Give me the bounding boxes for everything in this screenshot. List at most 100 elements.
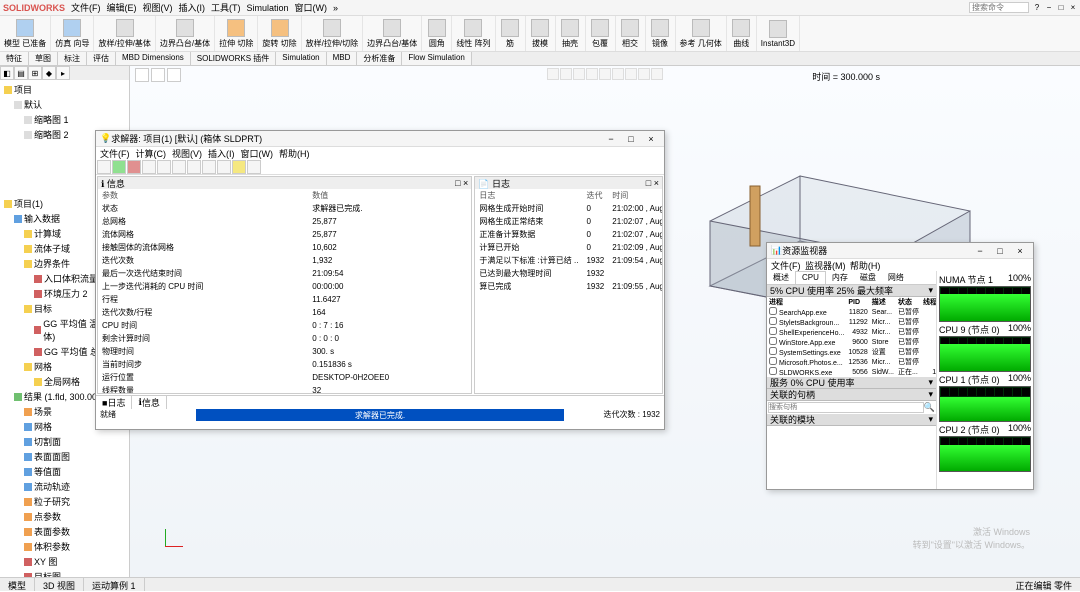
ribbon-btn[interactable]: 包覆	[586, 16, 616, 51]
view-btn[interactable]	[573, 68, 585, 80]
ribbon-btn[interactable]: 圆角	[422, 16, 452, 51]
ribbon-btn[interactable]: 参考 几何体	[676, 16, 727, 51]
menu-edit[interactable]: 编辑(E)	[107, 1, 137, 14]
proc-checkbox[interactable]	[769, 357, 777, 365]
tree-node[interactable]: 项目	[4, 82, 125, 97]
ribbon-btn[interactable]: 拔模	[526, 16, 556, 51]
vp-tool[interactable]	[135, 68, 149, 82]
table-row[interactable]: Microsoft.Photos.e...12536Micr...已暂停15	[767, 357, 937, 367]
bulb-icon[interactable]	[232, 160, 246, 174]
tab-mbd-dims[interactable]: MBD Dimensions	[116, 52, 191, 65]
solver-tool[interactable]	[202, 160, 216, 174]
proc-checkbox[interactable]	[769, 337, 777, 345]
ribbon-btn[interactable]: 相交	[616, 16, 646, 51]
tab-annotate[interactable]: 标注	[58, 52, 87, 65]
solver-tool[interactable]	[217, 160, 231, 174]
help-icon[interactable]: ?	[1033, 4, 1041, 12]
res-tab-net[interactable]: 网络	[882, 271, 910, 284]
footer-info-tab[interactable]: 信息	[142, 396, 160, 409]
proc-checkbox[interactable]	[769, 327, 777, 335]
command-search[interactable]	[969, 2, 1029, 13]
tree-node[interactable]: 表面面图	[4, 449, 125, 464]
tab-sketch[interactable]: 草图	[29, 52, 58, 65]
solver-menu-help[interactable]: 帮助(H)	[279, 147, 310, 159]
solver-tool[interactable]	[157, 160, 171, 174]
solver-tool[interactable]	[187, 160, 201, 174]
search-icon[interactable]: 🔍	[924, 402, 935, 413]
view-btn[interactable]	[560, 68, 572, 80]
table-row[interactable]: WinStore.App.exe9600Store已暂停20	[767, 337, 937, 347]
tree-tab[interactable]: ◆	[42, 66, 56, 80]
res-menu-file[interactable]: 文件(F)	[771, 261, 801, 271]
tree-node[interactable]: 等值面	[4, 464, 125, 479]
tab-simulation[interactable]: Simulation	[276, 52, 326, 65]
ribbon-btn[interactable]: 拉伸 切除	[215, 16, 258, 51]
tab-evaluate[interactable]: 评估	[87, 52, 116, 65]
chevron-down-icon[interactable]: ▾	[928, 377, 933, 388]
proc-checkbox[interactable]	[769, 367, 777, 375]
handles-search[interactable]	[768, 402, 924, 413]
ribbon-btn[interactable]: 曲线	[727, 16, 757, 51]
ribbon-btn[interactable]: 放样/拉伸/切除	[302, 16, 363, 51]
menu-simulation[interactable]: Simulation	[247, 3, 289, 13]
tab-features[interactable]: 特征	[0, 52, 29, 65]
process-section-header[interactable]: 5% CPU 使用率 25% 最大频率▾	[767, 285, 936, 297]
res-menu-mon[interactable]: 监视器(M)	[805, 261, 846, 271]
table-row[interactable]: ShellExperienceHo...4932Micr...已暂停27	[767, 327, 937, 337]
play-icon[interactable]	[112, 160, 126, 174]
menu-view[interactable]: 视图(V)	[143, 1, 173, 14]
tab-mbd[interactable]: MBD	[327, 52, 358, 65]
ribbon-btn[interactable]: 边界凸台/基体	[363, 16, 422, 51]
vp-tool[interactable]	[151, 68, 165, 82]
solver-tool[interactable]	[172, 160, 186, 174]
tab-analysis-prep[interactable]: 分析准备	[357, 52, 402, 65]
solver-menu-insert[interactable]: 插入(I)	[208, 147, 235, 159]
solver-menu-window[interactable]: 窗口(W)	[241, 147, 274, 159]
close-icon[interactable]: ×	[1069, 4, 1077, 12]
footer-log-tab[interactable]: 日志	[107, 396, 125, 409]
ribbon-btn[interactable]: 线性 阵列	[452, 16, 495, 51]
tree-node[interactable]: 粒子研究	[4, 494, 125, 509]
solver-tool[interactable]	[142, 160, 156, 174]
proc-checkbox[interactable]	[769, 317, 777, 325]
res-menu-help[interactable]: 帮助(H)	[850, 261, 881, 271]
modules-section-header[interactable]: 关联的模块▾	[767, 414, 936, 426]
proc-checkbox[interactable]	[769, 307, 777, 315]
max-icon[interactable]: □	[991, 246, 1009, 256]
menu-file[interactable]: 文件(F)	[71, 1, 101, 14]
tree-tab[interactable]: ⊞	[28, 66, 42, 80]
tree-node[interactable]: 切割面	[4, 434, 125, 449]
min-icon[interactable]: −	[1045, 4, 1053, 12]
chevron-down-icon[interactable]: ▾	[928, 285, 933, 296]
view-btn[interactable]	[638, 68, 650, 80]
close-icon[interactable]: ×	[642, 134, 660, 144]
ribbon-btn[interactable]: 旋转 切除	[258, 16, 301, 51]
chevron-down-icon[interactable]: ▾	[928, 389, 933, 400]
bottom-tab-3dview[interactable]: 3D 视图	[35, 578, 84, 591]
bottom-tab-motion[interactable]: 运动算例 1	[84, 578, 145, 591]
view-btn[interactable]	[547, 68, 559, 80]
tree-node[interactable]: 缩略图 1	[4, 112, 125, 127]
proc-checkbox[interactable]	[769, 347, 777, 355]
min-icon[interactable]: −	[602, 134, 620, 144]
res-tab-overview[interactable]: 概述	[767, 271, 795, 284]
view-btn[interactable]	[651, 68, 663, 80]
tree-node[interactable]: 体积参数	[4, 539, 125, 554]
ribbon-btn[interactable]: 模型 已准备	[0, 16, 51, 51]
handles-section-header[interactable]: 关联的句柄▾	[767, 389, 936, 401]
tree-node[interactable]: 流动轨迹	[4, 479, 125, 494]
menu-insert[interactable]: 插入(I)	[179, 1, 206, 14]
ribbon-btn[interactable]: 镜像	[646, 16, 676, 51]
menu-tools[interactable]: 工具(T)	[211, 1, 241, 14]
tree-tab[interactable]: ◧	[0, 66, 14, 80]
solver-menu-calc[interactable]: 计算(C)	[136, 147, 167, 159]
tree-node[interactable]: 点参数	[4, 509, 125, 524]
ribbon-btn[interactable]: Instant3D	[757, 16, 800, 51]
table-row[interactable]: StyletsBackgroun...11292Micr...已暂停4	[767, 317, 937, 327]
stop-icon[interactable]	[127, 160, 141, 174]
solver-menu-file[interactable]: 文件(F)	[100, 147, 130, 159]
menu-window[interactable]: 窗口(W)	[295, 1, 328, 14]
chevron-down-icon[interactable]: ▾	[928, 414, 933, 425]
table-row[interactable]: SystemSettings.exe10528设置已暂停26	[767, 347, 937, 357]
tree-node[interactable]: 默认	[4, 97, 125, 112]
